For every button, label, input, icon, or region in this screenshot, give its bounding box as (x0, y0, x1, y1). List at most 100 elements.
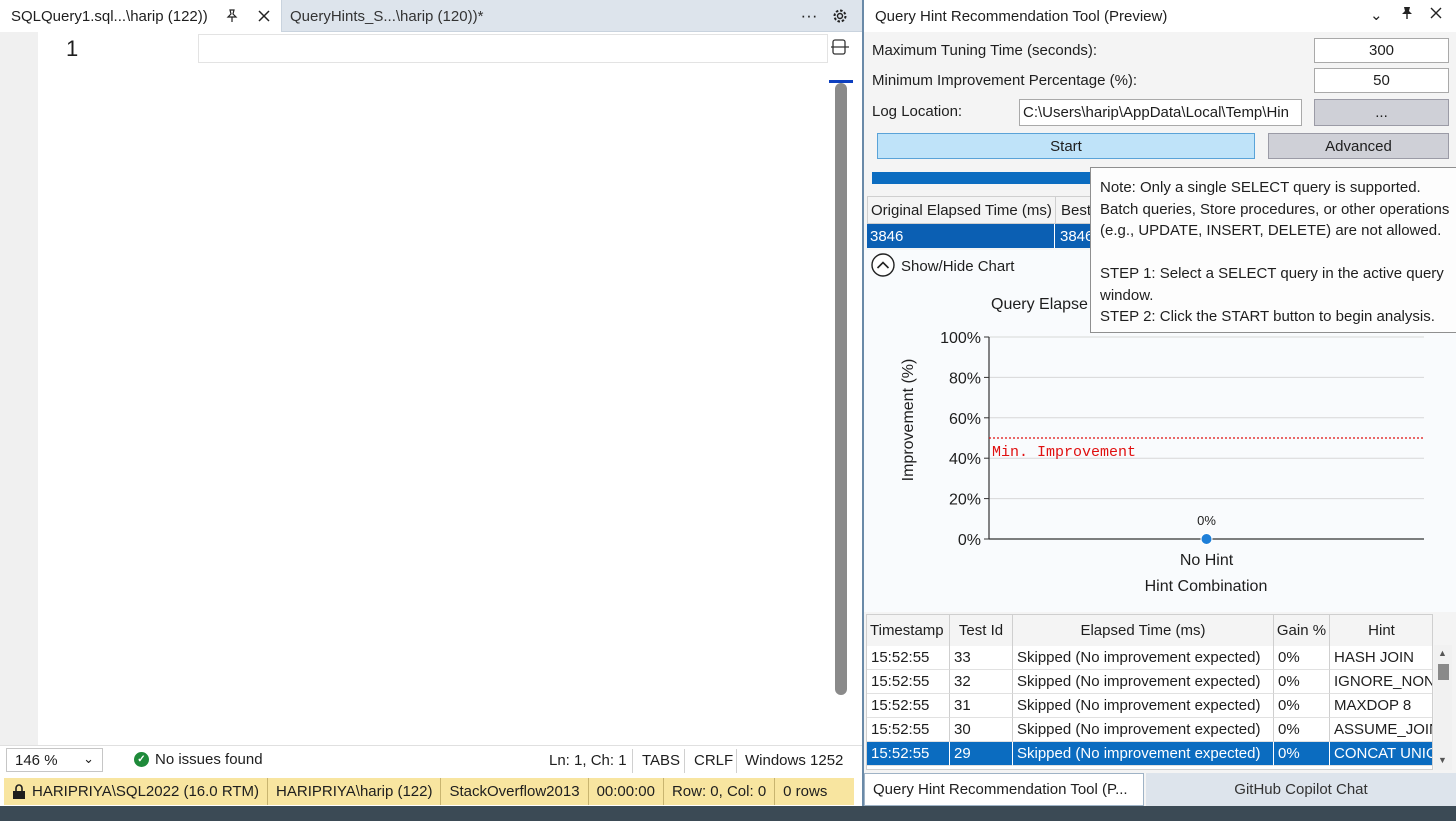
cell-test-id: 31 (950, 694, 1013, 718)
chart-xlabel: Hint Combination (1145, 578, 1268, 595)
y-tick-label: 20% (949, 492, 981, 509)
tooltip-line: STEP 2: Click the START button to begin … (1100, 308, 1435, 325)
table-row[interactable]: 15:52:55 32 Skipped (No improvement expect… (867, 670, 1432, 694)
col-header-timestamp[interactable]: Timestamp (867, 615, 950, 646)
cell-gain: 0% (1274, 646, 1330, 670)
advanced-button[interactable]: Advanced (1268, 133, 1449, 159)
issues-indicator[interactable]: ✓ No issues found (134, 751, 263, 768)
tooltip-spacer (1100, 242, 1450, 264)
tab-hint-tool[interactable]: Query Hint Recommendation Tool (P... (864, 773, 1144, 806)
indent-mode[interactable]: TABS (642, 752, 680, 769)
help-tooltip: Note: Only a single SELECT query is supp… (1090, 167, 1456, 333)
issues-text: No issues found (155, 751, 263, 768)
cell-timestamp: 15:52:55 (867, 670, 950, 694)
zoom-dropdown[interactable]: 146 % ⌄ (6, 748, 103, 772)
log-location-label: Log Location: (872, 103, 963, 120)
close-icon[interactable] (253, 5, 275, 27)
show-hide-chart-toggle[interactable]: Show/Hide Chart (871, 253, 1015, 277)
cell-elapsed: Skipped (No improvement expected) (1013, 694, 1274, 718)
tooltip-line: (e.g., UPDATE, INSERT, DELETE) are not a… (1100, 222, 1442, 239)
line-number: 1 (66, 36, 79, 61)
table-row[interactable]: 15:52:55 31 Skipped (No improvement expect… (867, 694, 1432, 718)
line-ending[interactable]: CRLF (694, 752, 733, 769)
cell-elapsed: Skipped (No improvement expected) (1013, 718, 1274, 742)
min-improvement-label: Minimum Improvement Percentage (%): (872, 72, 1138, 89)
zoom-value: 146 % (15, 751, 58, 769)
cell-hint: ASSUME_JOIN (1330, 718, 1432, 742)
summary-original-value: 3846 (867, 224, 1055, 248)
log-location-input[interactable]: C:\Users\harip\AppData\Local\Temp\Hin (1019, 99, 1302, 126)
y-tick-label: 100% (940, 330, 981, 347)
encoding[interactable]: Windows 1252 (745, 752, 843, 769)
cell-timestamp: 15:52:55 (867, 718, 950, 742)
y-tick-label: 40% (949, 451, 981, 468)
cell-elapsed: Skipped (No improvement expected) (1013, 742, 1274, 766)
results-scroll-thumb[interactable] (1438, 664, 1449, 680)
current-line-highlight[interactable] (198, 34, 828, 63)
lock-icon (13, 783, 25, 799)
show-hide-chart-label: Show/Hide Chart (901, 258, 1015, 275)
close-icon[interactable] (1430, 6, 1442, 23)
database-name[interactable]: StackOverflow2013 (441, 778, 589, 805)
editor-gutter (0, 32, 38, 745)
cell-gain: 0% (1274, 694, 1330, 718)
start-button[interactable]: Start (877, 133, 1255, 159)
col-header-hint[interactable]: Hint (1330, 615, 1432, 646)
tab-copilot-chat[interactable]: GitHub Copilot Chat (1146, 773, 1456, 806)
tab-label: QueryHints_S...\harip (120))* (290, 7, 484, 25)
col-header-gain[interactable]: Gain % (1274, 615, 1330, 646)
cell-elapsed: Skipped (No improvement expected) (1013, 646, 1274, 670)
chart-title: Query Elapse (991, 296, 1088, 313)
pin-icon[interactable] (1400, 6, 1414, 24)
cell-timestamp: 15:52:55 (867, 694, 950, 718)
scroll-up-icon[interactable]: ▲ (1438, 648, 1447, 658)
divider (736, 749, 737, 773)
y-tick-label: 0% (958, 532, 981, 549)
max-tuning-input[interactable]: 300 (1314, 38, 1449, 63)
cell-test-id: 29 (950, 742, 1013, 766)
tooltip-line: Batch queries, Store procedures, or othe… (1100, 200, 1450, 218)
scroll-down-icon[interactable]: ▼ (1438, 755, 1447, 765)
y-tick-label: 60% (949, 411, 981, 428)
chart-ylabel: Improvement (%) (900, 359, 917, 482)
panel-title: Query Hint Recommendation Tool (Preview) (875, 7, 1168, 25)
min-improvement-input[interactable]: 50 (1314, 68, 1449, 93)
tooltip-line: STEP 1: Select a SELECT query in the act… (1100, 265, 1444, 282)
window-bottom-edge (0, 806, 1456, 821)
cell-hint: CONCAT UNIO (1330, 742, 1432, 766)
cell-test-id: 32 (950, 670, 1013, 694)
y-tick-label: 80% (949, 370, 981, 387)
server-info[interactable]: HARIPRIYA\SQL2022 (16.0 RTM) (4, 778, 269, 805)
cell-timestamp: 15:52:55 (867, 742, 950, 766)
more-options-icon[interactable]: ··· (798, 5, 820, 27)
split-editor-icon[interactable] (831, 37, 849, 57)
cursor-position[interactable]: Ln: 1, Ch: 1 (549, 752, 627, 769)
gear-icon[interactable] (829, 5, 851, 27)
cell-gain: 0% (1274, 718, 1330, 742)
chevron-down-icon[interactable]: ⌄ (1370, 6, 1383, 24)
browse-button[interactable]: ... (1314, 99, 1449, 126)
data-label: 0% (1197, 513, 1216, 528)
x-tick-label: No Hint (1180, 552, 1234, 569)
max-tuning-label: Maximum Tuning Time (seconds): (872, 42, 1098, 59)
table-row[interactable]: 15:52:55 29 Skipped (No improvement expect… (867, 742, 1432, 766)
user-info[interactable]: HARIPRIYA\harip (122) (268, 778, 442, 805)
tab-queryhints[interactable]: QueryHints_S...\harip (120))* (290, 0, 483, 32)
table-row[interactable]: 15:52:55 33 Skipped (No improvement expect… (867, 646, 1432, 670)
cell-elapsed: Skipped (No improvement expected) (1013, 670, 1274, 694)
col-header-test-id[interactable]: Test Id (950, 615, 1013, 646)
cell-hint: HASH JOIN (1330, 646, 1432, 670)
row-count: 0 rows (783, 783, 828, 800)
pin-icon[interactable] (221, 5, 243, 27)
threshold-label: Min. Improvement (992, 444, 1136, 461)
tab-label: SQLQuery1.sql...\harip (122)) (11, 7, 208, 25)
data-point (1200, 533, 1213, 545)
tooltip-line: Note: Only a single SELECT query is supp… (1100, 179, 1421, 196)
col-header-elapsed[interactable]: Elapsed Time (ms) (1013, 615, 1274, 646)
table-row[interactable]: 15:52:55 30 Skipped (No improvement expect… (867, 718, 1432, 742)
cell-test-id: 30 (950, 718, 1013, 742)
check-circle-icon: ✓ (134, 752, 149, 767)
editor-scrollbar[interactable] (835, 83, 847, 695)
server-name: HARIPRIYA\SQL2022 (16.0 RTM) (32, 783, 260, 800)
divider (632, 749, 633, 773)
